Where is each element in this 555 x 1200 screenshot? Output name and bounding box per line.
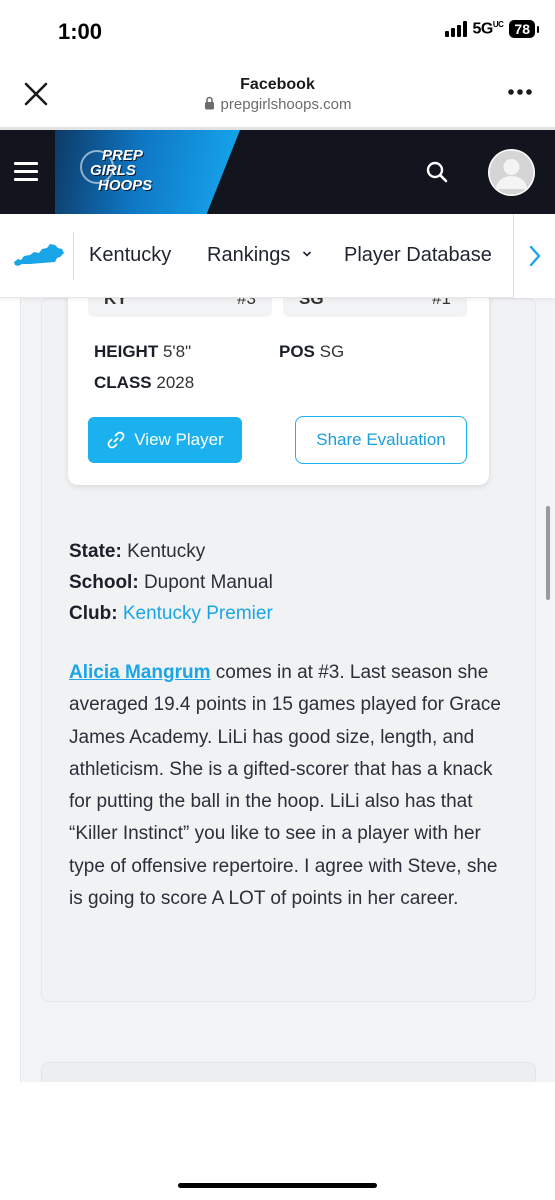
player-position: POS SG <box>279 342 345 361</box>
site-logo[interactable]: PREP GIRLS HOOPS <box>80 148 164 198</box>
share-evaluation-button[interactable]: Share Evaluation <box>295 416 467 464</box>
status-indicators: 5GUC 78 <box>444 20 539 39</box>
stat-box-state-rank: KY #3 <box>88 298 272 317</box>
club-link[interactable]: Kentucky Premier <box>123 603 273 624</box>
content-area: KY #3 SG #1 HEIGHT 5'8" CLASS 2028 POS S… <box>20 298 555 1082</box>
nav-scroll-right-button[interactable] <box>513 214 555 298</box>
more-options-button[interactable] <box>507 84 533 96</box>
user-avatar[interactable] <box>488 149 535 196</box>
evaluation-card: KY #3 SG #1 HEIGHT 5'8" CLASS 2028 POS S… <box>41 298 536 1002</box>
status-bar: 1:00 5GUC 78 <box>0 0 555 62</box>
nav-item-kentucky[interactable]: Kentucky <box>89 244 171 267</box>
url-text: prepgirlshoops.com <box>220 96 352 113</box>
chevron-right-icon <box>529 245 541 267</box>
next-evaluation-card <box>41 1062 536 1082</box>
nav-item-rankings[interactable]: Rankings <box>207 244 312 267</box>
player-height: HEIGHT 5'8" <box>94 342 192 361</box>
status-time: 1:00 <box>58 19 103 44</box>
nav-item-player-database[interactable]: Player Database <box>344 244 492 267</box>
school-info: School: Dupont Manual <box>69 572 273 593</box>
stat-box-position-rank: SG #1 <box>283 298 467 317</box>
player-class: CLASS 2028 <box>94 373 195 392</box>
menu-button[interactable] <box>14 162 38 182</box>
page-scrollbar[interactable] <box>546 506 550 600</box>
player-name-link[interactable]: Alicia Mangrum <box>69 662 210 683</box>
in-app-browser-header: Facebook prepgirlshoops.com <box>0 62 555 130</box>
link-icon <box>107 431 125 449</box>
lock-icon <box>204 96 215 114</box>
club-info: Club: Kentucky Premier <box>69 603 273 624</box>
kentucky-map-icon[interactable] <box>12 242 66 273</box>
player-card: KY #3 SG #1 HEIGHT 5'8" CLASS 2028 POS S… <box>68 298 489 485</box>
chevron-down-icon <box>302 251 312 257</box>
network-type: 5GUC <box>472 20 504 38</box>
site-header: PREP GIRLS HOOPS <box>0 130 555 214</box>
state-info: State: Kentucky <box>69 541 206 562</box>
user-icon <box>489 150 534 195</box>
home-indicator[interactable] <box>178 1183 377 1188</box>
more-icon <box>508 89 532 95</box>
state-nav-bar: Kentucky Rankings Player Database <box>0 214 555 298</box>
cell-signal-icon <box>444 21 467 38</box>
search-icon <box>426 161 448 183</box>
evaluation-text: Alicia Mangrum comes in at #3. Last seas… <box>69 662 501 910</box>
battery-icon: 78 <box>509 20 539 39</box>
browser-url[interactable]: prepgirlshoops.com <box>0 96 555 114</box>
search-button[interactable] <box>425 160 449 184</box>
view-player-button[interactable]: View Player <box>88 417 242 463</box>
browser-title: Facebook <box>240 76 315 93</box>
